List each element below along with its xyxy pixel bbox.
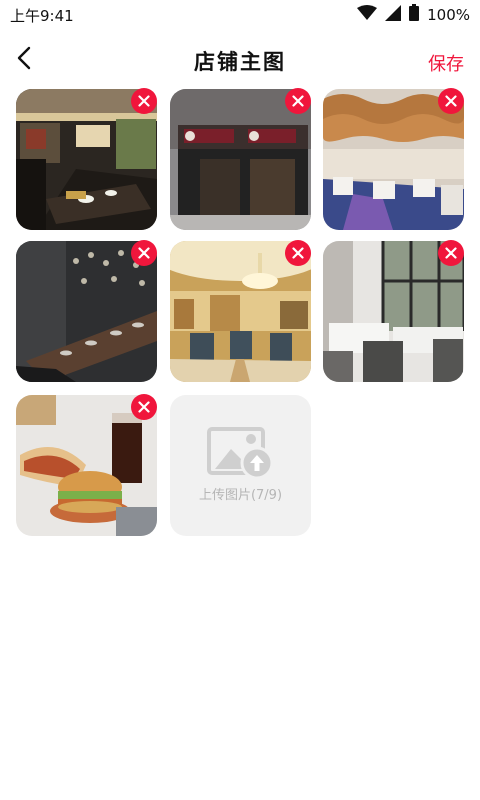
status-icons: 100%: [357, 4, 470, 25]
delete-photo-button[interactable]: [285, 240, 311, 266]
save-button[interactable]: 保存: [428, 50, 464, 76]
close-icon: [292, 244, 304, 263]
battery-icon: [409, 4, 420, 25]
photo-tile[interactable]: [323, 240, 464, 382]
header: 店铺主图 保存: [0, 36, 480, 84]
photo-tile[interactable]: [323, 88, 464, 230]
delete-photo-button[interactable]: [285, 88, 311, 114]
status-bar: 上午9:41 100%: [0, 0, 480, 28]
delete-photo-button[interactable]: [438, 88, 464, 114]
close-icon: [292, 92, 304, 111]
photo-tile[interactable]: [16, 394, 157, 536]
close-icon: [445, 244, 457, 263]
status-time: 上午9:41: [10, 7, 74, 25]
close-icon: [138, 92, 150, 111]
page-title: 店铺主图: [194, 50, 286, 74]
close-icon: [138, 398, 150, 417]
photo-tile[interactable]: [16, 240, 157, 382]
close-icon: [445, 92, 457, 111]
image-upload-icon: [207, 427, 275, 483]
signal-icon: [385, 4, 402, 25]
close-icon: [138, 244, 150, 263]
photo-tile[interactable]: [170, 240, 311, 382]
photo-tile[interactable]: [170, 88, 311, 230]
delete-photo-button[interactable]: [131, 240, 157, 266]
upload-count-label: 上传图片(7/9): [198, 488, 283, 503]
delete-photo-button[interactable]: [131, 394, 157, 420]
delete-photo-button[interactable]: [438, 240, 464, 266]
wifi-icon: [357, 4, 378, 25]
upload-image-button[interactable]: 上传图片(7/9): [170, 395, 311, 536]
photo-tile[interactable]: [16, 88, 157, 230]
battery-percent: 100%: [427, 5, 470, 24]
delete-photo-button[interactable]: [131, 88, 157, 114]
